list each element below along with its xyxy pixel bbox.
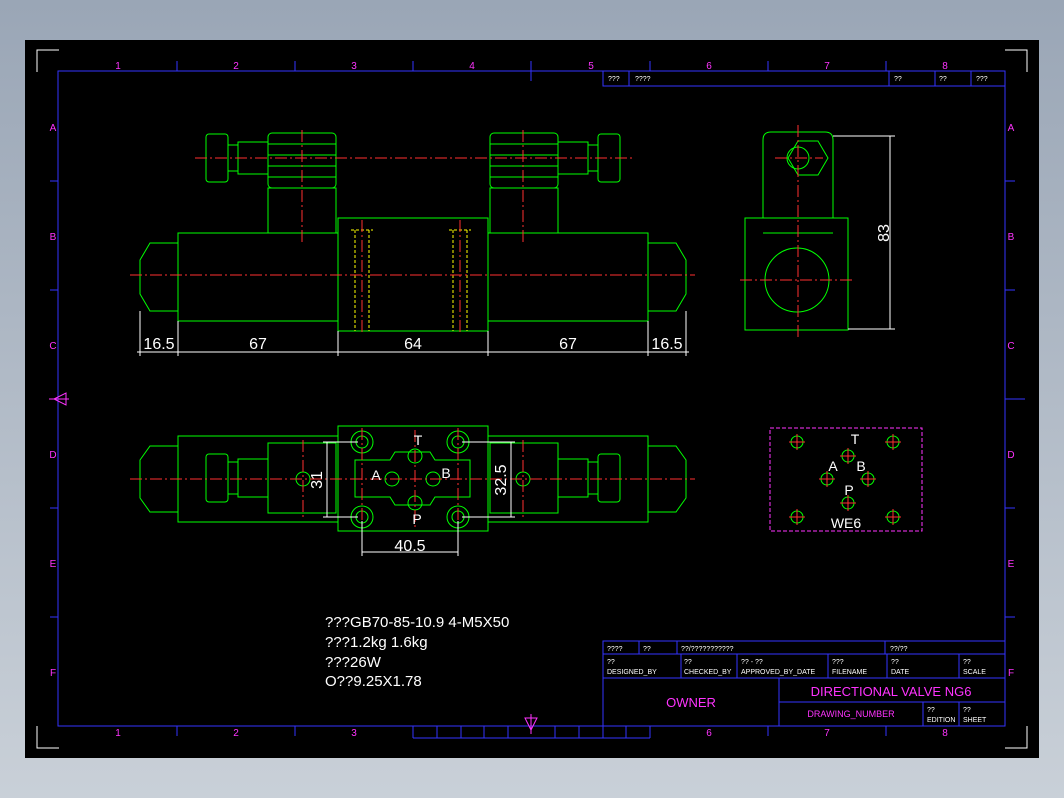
zone-ticks <box>50 61 1025 739</box>
edition-top: ?? <box>927 707 935 714</box>
zone-letter: A <box>1008 123 1015 134</box>
plan-dimension-32-5: 32.5 <box>493 464 510 495</box>
zone-letter: B <box>1008 232 1015 243</box>
symbol-labels: T A B P WE6 <box>828 431 865 531</box>
title-block-cell: ???? <box>607 646 623 653</box>
top-strip-cell: ???? <box>635 76 651 83</box>
symbol-port-p: P <box>844 482 853 498</box>
zone-number: 3 <box>351 728 357 739</box>
symbol-name: WE6 <box>831 515 862 531</box>
dimension-label: 64 <box>404 336 422 353</box>
zone-number: 5 <box>588 61 594 72</box>
port-label-t: T <box>414 432 423 448</box>
port-label-p: P <box>412 511 421 527</box>
top-strip-cell: ??? <box>608 76 620 83</box>
front-view-outline <box>139 132 687 332</box>
title-block-cell: ??? <box>832 659 844 666</box>
top-strip-cell: ??? <box>976 76 988 83</box>
zone-letter: D <box>1007 450 1014 461</box>
zone-number: 2 <box>233 61 239 72</box>
hidden-bolts <box>351 229 471 331</box>
zone-letter: E <box>50 559 57 570</box>
side-view-outline <box>744 131 849 331</box>
zone-letter: D <box>49 450 56 461</box>
symbol-crosshairs <box>789 434 901 525</box>
zone-number: 6 <box>706 728 712 739</box>
zone-number: 1 <box>115 61 121 72</box>
note-line: O??9.25X1.78 <box>325 673 422 690</box>
zone-letter: C <box>1007 341 1014 352</box>
port-label-b: B <box>441 465 450 481</box>
zone-number: 8 <box>942 61 948 72</box>
zone-letter: F <box>50 668 56 679</box>
port-symbol-we6: T A B P WE6 <box>769 427 923 532</box>
designed-by-label: DESIGNED_BY <box>607 669 657 676</box>
side-view: 83 <box>740 125 895 340</box>
port-label-a: A <box>371 467 381 483</box>
date-label: DATE <box>891 669 909 676</box>
zone-number: 4 <box>469 61 475 72</box>
zone-number: 7 <box>824 728 830 739</box>
dimension-label: 16.5 <box>651 336 682 353</box>
owner-label: OWNER <box>666 695 716 710</box>
zone-number: 2 <box>233 728 239 739</box>
filename-label: FILENAME <box>832 669 867 676</box>
zone-letter: C <box>49 341 56 352</box>
title-block-cell: ?? <box>684 659 692 666</box>
title-block: ???? ?? ??/??????????? ??/?? ?? ?? ?? - … <box>602 640 1006 727</box>
note-line: ???1.2kg 1.6kg <box>325 634 428 651</box>
top-strip-cell: ?? <box>939 76 947 83</box>
top-strip-cell: ?? <box>894 76 902 83</box>
front-view: 16.5 67 64 67 16.5 <box>130 130 695 356</box>
zone-letter: F <box>1008 668 1014 679</box>
plan-dimension-40-5: 40.5 <box>394 538 425 555</box>
side-center-lines <box>740 125 855 340</box>
symbol-port-t: T <box>851 431 860 447</box>
side-height-dimension: 83 <box>876 224 893 242</box>
dimension-label: 67 <box>559 336 577 353</box>
sheet-border <box>57 70 1006 727</box>
plan-view: 31 32.5 40.5 T A B P <box>130 425 695 556</box>
symbol-ports <box>790 435 900 524</box>
title-block-cell: ??/?? <box>890 646 908 653</box>
title-block-cell: ?? <box>891 659 899 666</box>
zone-number: 7 <box>824 61 830 72</box>
zone-number: 3 <box>351 61 357 72</box>
symbol-port-a: A <box>828 458 838 474</box>
technical-notes: ???GB70-85-10.9 4-M5X50 ???1.2kg 1.6kg ?… <box>325 614 509 690</box>
note-line: ???26W <box>325 654 382 671</box>
title-block-cell: ?? <box>643 646 651 653</box>
zone-number: 8 <box>942 728 948 739</box>
sheet-label: SHEET <box>963 717 987 724</box>
drawing-canvas: 1 2 3 4 5 6 7 8 1 2 3 6 7 8 A B C D E F … <box>36 49 1028 749</box>
top-title-strip: ??? ???? ?? ?? ??? <box>602 70 1006 87</box>
front-dimension-labels: 16.5 67 64 67 16.5 <box>143 336 682 353</box>
dimension-label: 16.5 <box>143 336 174 353</box>
title-block-cell: ??/??????????? <box>681 646 734 653</box>
edition-label: EDITION <box>927 717 955 724</box>
checked-by-label: CHECKED_BY <box>684 669 732 676</box>
symbol-port-b: B <box>856 458 865 474</box>
scale-label: SCALE <box>963 669 986 676</box>
zone-letter: A <box>50 123 57 134</box>
note-line: ???GB70-85-10.9 4-M5X50 <box>325 614 509 631</box>
title-block-cell: ?? <box>963 659 971 666</box>
zone-number: 6 <box>706 61 712 72</box>
zone-letter: B <box>50 232 57 243</box>
drawing-sheet: 1 2 3 4 5 6 7 8 1 2 3 6 7 8 A B C D E F … <box>25 40 1039 758</box>
drawing-number: DRAWING_NUMBER <box>807 709 895 719</box>
dimension-label: 67 <box>249 336 267 353</box>
title-block-cell: ?? <box>607 659 615 666</box>
zone-labels: 1 2 3 4 5 6 7 8 1 2 3 6 7 8 A B C D E F … <box>49 61 1014 739</box>
plan-dimension-31: 31 <box>309 471 326 489</box>
zone-number: 1 <box>115 728 121 739</box>
approved-by-label: APPROVED_BY_DATE <box>741 669 816 676</box>
title-block-cell: ?? - ?? <box>741 659 763 666</box>
drawing-title: DIRECTIONAL VALVE NG6 <box>811 684 972 699</box>
sheet-top: ?? <box>963 707 971 714</box>
zone-letter: E <box>1008 559 1015 570</box>
